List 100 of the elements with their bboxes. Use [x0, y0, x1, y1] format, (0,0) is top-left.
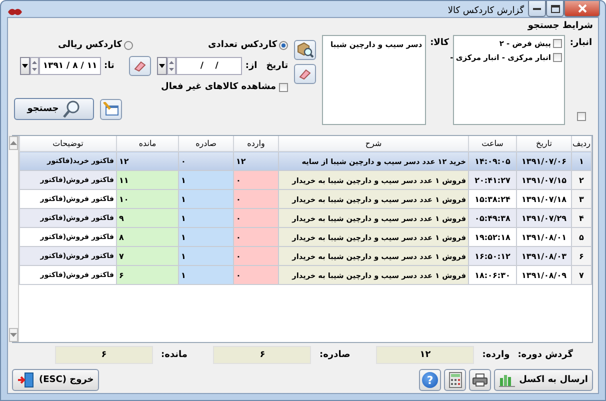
incoming-field: ۱۲ [376, 346, 474, 364]
caret-icon [22, 64, 28, 68]
row-number-cell: ۶ [572, 246, 592, 266]
table-cell: ۱۸:۰۶:۳۰ [468, 266, 516, 284]
table-cell: ۱۱ [116, 170, 178, 190]
calculator-icon [448, 372, 462, 388]
table-cell: ۱۹:۵۲:۱۸ [468, 228, 516, 246]
totals-title: گردش دوره: [518, 350, 573, 360]
scroll-down-button[interactable] [9, 328, 18, 342]
incoming-label: وارده: [482, 350, 510, 360]
bar-chart-icon [499, 373, 516, 387]
table-cell: ۱ [178, 170, 234, 190]
table-cell: ۱۳۹۱/۰۸/۰۹ [516, 266, 572, 284]
search-button[interactable]: جستجو [14, 98, 94, 120]
calculator-button[interactable] [444, 369, 466, 391]
clear-form-button[interactable] [100, 98, 122, 120]
row-number-cell: ۷ [572, 266, 592, 284]
outgoing-field: ۶ [213, 346, 312, 364]
table-cell: ۱۵:۳۸:۲۴ [468, 190, 516, 208]
table-cell: ۱۳۹۱/۰۸/۰۱ [516, 228, 572, 246]
spin-button[interactable] [167, 57, 176, 75]
table-cell: ۰ [234, 246, 278, 266]
table-cell: ۱۰ [116, 190, 178, 208]
window-title: گزارش کاردکس کالا [448, 6, 524, 16]
broom-window-icon [103, 102, 119, 116]
column-header[interactable]: ردیف [572, 136, 592, 152]
row-number-cell: ۲ [572, 170, 592, 190]
column-header[interactable]: ساعت [468, 136, 516, 152]
date-label: تاریخ [266, 61, 288, 71]
table-cell: ۲۰:۴۱:۲۷ [468, 170, 516, 190]
item-label: کالا: [430, 38, 449, 48]
warehouse-checkbox[interactable] [553, 53, 562, 62]
table-cell: ۱۶:۵۰:۱۲ [468, 246, 516, 266]
minimize-icon [533, 8, 541, 10]
warehouse-label: انبار: [570, 38, 592, 48]
close-icon [578, 4, 586, 13]
maximize-button[interactable] [546, 1, 564, 17]
column-header[interactable]: شرح [278, 136, 468, 152]
table-cell: ۱۳۹۱/۰۷/۰۶ [516, 152, 572, 170]
dropdown-button[interactable] [157, 57, 168, 75]
exit-button[interactable]: خروج (ESC) [12, 369, 99, 391]
table-cell: ۶ [116, 266, 178, 284]
outgoing-label: صادره: [319, 350, 350, 360]
close-button[interactable] [564, 1, 600, 17]
date-field[interactable]: ۱۳۹۱ / ۸ / ۱۱ [39, 57, 102, 75]
printer-icon [472, 373, 488, 387]
table-cell: ۷ [116, 246, 178, 266]
eraser-icon [298, 68, 312, 80]
table-cell: ۸ [116, 228, 178, 246]
table-cell: ۱۳۹۱/۰۸/۰۳ [516, 246, 572, 266]
balance-label: مانده: [161, 350, 188, 360]
balance-field: ۶ [55, 346, 154, 364]
eraser-button[interactable] [129, 56, 152, 76]
table-cell: ۱۳۹۱/۰۷/۲۹ [516, 208, 572, 228]
radio-label: کاردکس تعدادی [208, 40, 278, 50]
table-cell: ۰ [234, 170, 278, 190]
caret-icon [159, 64, 166, 68]
select-all-checkbox[interactable] [576, 112, 586, 121]
box-search-icon [296, 42, 314, 58]
to-label: تا: [104, 61, 114, 71]
table-cell: ۹ [116, 208, 178, 228]
find-item-button[interactable] [294, 40, 316, 60]
date-field[interactable]: / / [176, 57, 242, 75]
maximize-icon [550, 4, 560, 12]
spin-arrows-icon [169, 59, 174, 73]
spin-arrows-icon [32, 59, 38, 73]
table-cell: ۱ [178, 208, 234, 228]
spin-button[interactable] [30, 57, 40, 75]
minimize-button[interactable] [528, 1, 546, 17]
table-cell: ۱ [178, 246, 234, 266]
table-cell: ۱ [178, 266, 234, 284]
export-excel-button[interactable]: ارسال به اکسل [494, 369, 593, 391]
radio-button[interactable] [279, 40, 288, 50]
column-header[interactable]: مانده [116, 136, 178, 152]
exit-door-icon [17, 372, 35, 388]
print-button[interactable] [469, 369, 492, 391]
table-cell: ۰ [234, 190, 278, 208]
table-cell: ۱۳۹۱/۰۷/۱۸ [516, 190, 572, 208]
table-cell: ۰ [234, 266, 278, 284]
column-header[interactable]: وارده [234, 136, 278, 152]
column-header[interactable]: تاریخ [516, 136, 572, 152]
scrollbar[interactable] [9, 136, 19, 342]
eraser-icon [133, 60, 148, 72]
column-header[interactable]: توضیحات [20, 136, 116, 152]
row-number-cell: ۵ [572, 228, 592, 246]
radio-button[interactable] [124, 40, 133, 50]
table-cell: ۰ [234, 208, 278, 228]
radio-label: کاردکس ریالی [58, 40, 122, 50]
column-header[interactable]: صادره [178, 136, 234, 152]
search-icon [62, 100, 81, 118]
table-cell: ۱۲ [234, 152, 278, 170]
warehouse-checkbox[interactable] [553, 39, 562, 48]
row-number-cell: ۴ [572, 208, 592, 228]
eraser-button[interactable] [294, 64, 316, 84]
scroll-up-button[interactable] [9, 136, 18, 150]
checkbox-label: مشاهده کالاهای غیر فعال [161, 82, 276, 92]
dropdown-button[interactable] [20, 57, 30, 75]
down-arrow-icon [10, 333, 17, 337]
table-cell: ۰ [234, 228, 278, 246]
row-number-cell: ۳ [572, 190, 592, 208]
